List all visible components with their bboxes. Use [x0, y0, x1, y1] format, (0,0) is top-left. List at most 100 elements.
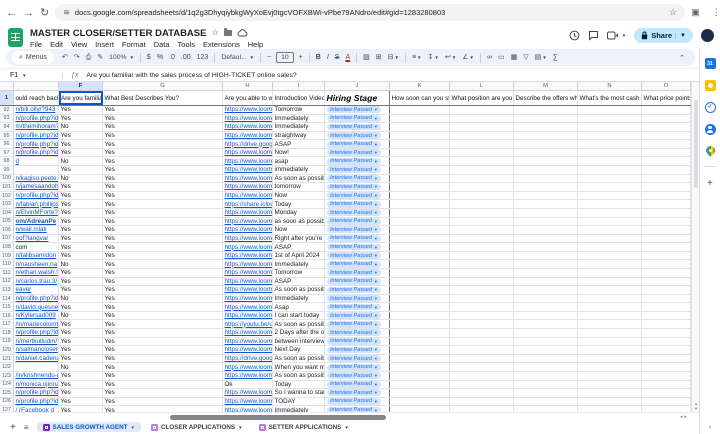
cell[interactable]: Yes [59, 149, 103, 157]
cell[interactable]: Yes [59, 389, 103, 397]
column-header-J[interactable]: J [325, 82, 390, 90]
cell[interactable]: Yes [103, 235, 223, 243]
cell[interactable]: n/carlos.trau.3/ [14, 278, 59, 286]
cell[interactable]: Yes [103, 346, 223, 354]
cell[interactable] [642, 140, 691, 148]
cell[interactable]: Yes [59, 381, 103, 389]
cell[interactable] [514, 286, 578, 294]
sheet-tab-menu-icon[interactable]: ▼ [131, 425, 135, 430]
row-number[interactable]: 124 [0, 381, 14, 389]
cell[interactable] [450, 132, 514, 140]
cell[interactable]: https://www.loom. [223, 123, 273, 131]
cell[interactable]: Now! [273, 149, 325, 157]
cell[interactable]: Yes [59, 183, 103, 191]
hiring-stage-chip[interactable]: Interview Passed▼ [327, 158, 381, 165]
column-header-G[interactable]: G [103, 82, 223, 90]
merge-cells-icon[interactable]: ⊟▼ [385, 49, 402, 66]
hiring-stage-chip[interactable]: Interview Passed▼ [327, 355, 381, 362]
cell[interactable]: Yes [103, 338, 223, 346]
cell[interactable] [390, 157, 450, 165]
cell[interactable]: Interview Passed▼ [325, 157, 390, 165]
cell[interactable]: Interview Passed▼ [325, 320, 390, 328]
cell[interactable] [514, 183, 578, 191]
browser-extension-icon[interactable]: ▣ [691, 7, 700, 18]
cell[interactable]: Interview Passed▼ [325, 192, 390, 200]
hiring-stage-chip[interactable]: Interview Passed▼ [327, 347, 381, 354]
cell[interactable]: n/ElvinMForte? [14, 209, 59, 217]
cell[interactable] [578, 192, 642, 200]
maps-icon[interactable] [704, 144, 717, 157]
cell[interactable] [390, 278, 450, 286]
sheet-tab-closer-applications[interactable]: CLOSER APPLICATIONS▼ [145, 422, 249, 432]
cell[interactable]: Now [273, 226, 325, 234]
move-to-folder-icon[interactable] [224, 30, 232, 36]
cell[interactable] [642, 235, 691, 243]
forward-icon[interactable]: → [23, 7, 34, 19]
cell[interactable] [450, 183, 514, 191]
chip-dropdown-icon[interactable]: ▼ [374, 322, 378, 327]
row-number[interactable]: 94 [0, 123, 14, 131]
cell[interactable]: Interview Passed▼ [325, 389, 390, 397]
cell[interactable] [642, 346, 691, 354]
sheet-tab-menu-icon[interactable]: ▼ [344, 425, 348, 430]
cell[interactable]: ASAP [273, 140, 325, 148]
increase-font-size-icon[interactable]: + [296, 49, 306, 66]
cell[interactable]: Yes [59, 355, 103, 363]
row-number[interactable]: 114 [0, 295, 14, 303]
cell[interactable]: Yes [59, 209, 103, 217]
cell[interactable]: Interview Passed▼ [325, 218, 390, 226]
cell[interactable] [578, 115, 642, 123]
cell[interactable] [514, 157, 578, 165]
menu-file[interactable]: File [30, 40, 42, 50]
cell[interactable] [642, 398, 691, 406]
cell[interactable] [514, 338, 578, 346]
cell[interactable]: n/mertkutludm/ [14, 338, 59, 346]
cell[interactable] [450, 218, 514, 226]
cell[interactable] [514, 312, 578, 320]
chip-dropdown-icon[interactable]: ▼ [374, 399, 378, 404]
cell[interactable] [450, 278, 514, 286]
cell[interactable]: Yes [59, 200, 103, 208]
cell[interactable] [642, 320, 691, 328]
cell[interactable] [578, 295, 642, 303]
cell[interactable]: Interview Passed▼ [325, 140, 390, 148]
cell[interactable]: n/profile.php?id [14, 295, 59, 303]
hiring-stage-chip[interactable]: Interview Passed▼ [327, 201, 381, 208]
spreadsheet-grid[interactable]: FGHIJKLMNO 1ould reach baclAre you famil… [0, 82, 699, 412]
hiring-stage-chip[interactable]: Interview Passed▼ [327, 209, 381, 216]
cell[interactable] [450, 226, 514, 234]
cell[interactable] [642, 252, 691, 260]
chip-dropdown-icon[interactable]: ▼ [374, 236, 378, 241]
insert-comment-icon[interactable]: ▭ [495, 49, 508, 66]
cell[interactable]: tomorrow [273, 183, 325, 191]
cell[interactable]: as soon as possible [273, 218, 325, 226]
cell[interactable] [390, 338, 450, 346]
cell[interactable]: https://drive.googl [223, 140, 273, 148]
cell[interactable] [450, 295, 514, 303]
cell[interactable]: com [14, 243, 59, 251]
row-number[interactable]: 102 [0, 192, 14, 200]
hiring-stage-chip[interactable]: Interview Passed▼ [327, 287, 381, 294]
cell[interactable] [390, 123, 450, 131]
cell[interactable] [390, 312, 450, 320]
hiring-stage-chip[interactable]: Interview Passed▼ [327, 106, 381, 113]
cell[interactable] [450, 192, 514, 200]
formula-input[interactable]: Are you familiar with the sales process … [86, 72, 296, 79]
insert-link-icon[interactable]: ∞ [484, 49, 495, 66]
cell[interactable]: Yes [103, 218, 223, 226]
cell[interactable] [390, 106, 450, 114]
cell[interactable]: Interview Passed▼ [325, 175, 390, 183]
cell[interactable] [578, 243, 642, 251]
cell[interactable]: Today [273, 381, 325, 389]
cell[interactable]: oof?langvar [14, 235, 59, 243]
header-cell-O[interactable]: What price points [642, 91, 691, 105]
cell[interactable] [578, 312, 642, 320]
cell[interactable]: Yes [103, 278, 223, 286]
text-color-icon[interactable]: A [342, 49, 353, 66]
hiring-stage-chip[interactable]: Interview Passed▼ [327, 149, 381, 156]
cell[interactable] [514, 192, 578, 200]
strikethrough-icon[interactable]: S [332, 49, 343, 66]
cell[interactable] [390, 389, 450, 397]
document-title[interactable]: MASTER CLOSER/SETTER DATABASE [30, 28, 206, 39]
row-number[interactable]: 100 [0, 175, 14, 183]
